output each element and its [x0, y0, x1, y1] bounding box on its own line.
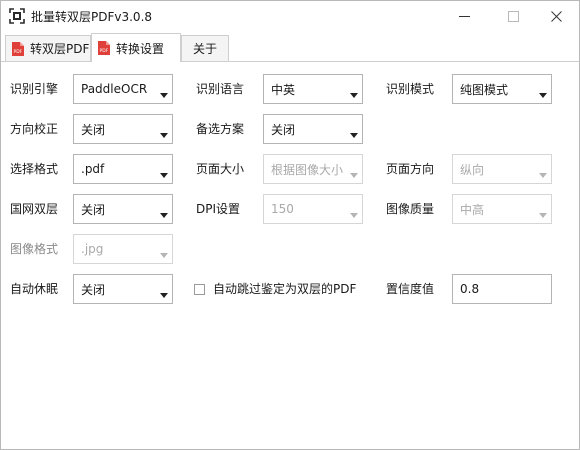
pdf-file-icon: PDF: [98, 41, 110, 55]
fallback-plan-label: 备选方案: [196, 122, 245, 136]
close-icon: [550, 10, 562, 22]
ocr-mode-select[interactable]: 纯图模式: [452, 74, 552, 104]
ocr-engine-select[interactable]: PaddleOCR: [73, 74, 173, 104]
tab-convert-pdf[interactable]: PDF 转双层PDF: [5, 35, 91, 61]
maximize-button[interactable]: [490, 1, 536, 31]
tab-label: 关于: [192, 42, 217, 56]
select-format-value: .pdf: [81, 162, 105, 176]
image-quality-label: 图像质量: [386, 202, 435, 216]
ocr-mode-value: 纯图模式: [460, 82, 509, 97]
fallback-plan-value: 关闭: [271, 122, 296, 137]
chevron-down-icon: [539, 173, 547, 178]
chevron-down-icon: [539, 213, 547, 218]
image-format-label: 图像格式: [10, 242, 59, 256]
chevron-down-icon: [160, 93, 168, 98]
chevron-down-icon: [350, 93, 358, 98]
page-orientation-value: 纵向: [460, 162, 485, 177]
dpi-value: 150: [271, 202, 294, 216]
image-quality-value: 中高: [460, 202, 485, 217]
chevron-down-icon: [160, 253, 168, 258]
confidence-label: 置信度值: [386, 282, 435, 296]
chevron-down-icon: [350, 173, 358, 178]
page-orientation-label: 页面方向: [386, 162, 435, 176]
close-button[interactable]: [533, 1, 579, 31]
chevron-down-icon: [160, 213, 168, 218]
chevron-down-icon: [350, 213, 358, 218]
orientation-correction-value: 关闭: [81, 122, 106, 137]
tab-label: 转换设置: [116, 41, 165, 56]
chevron-down-icon: [539, 93, 547, 98]
tab-label: 转双层PDF: [30, 42, 90, 56]
scanner-app-icon: [9, 8, 25, 24]
auto-sleep-value: 关闭: [81, 282, 106, 297]
pdf-file-icon: PDF: [12, 41, 24, 56]
dpi-select: 150: [263, 194, 363, 224]
orientation-correction-label: 方向校正: [10, 122, 59, 136]
national-double-layer-value: 关闭: [81, 202, 106, 217]
confidence-value: 0.8: [460, 282, 480, 296]
chevron-down-icon: [160, 133, 168, 138]
ocr-mode-label: 识别模式: [386, 82, 435, 96]
ocr-language-value: 中英: [271, 82, 296, 97]
page-size-label: 页面大小: [196, 162, 245, 176]
image-quality-select: 中高: [452, 194, 552, 224]
chevron-down-icon: [350, 133, 358, 138]
ocr-engine-label: 识别引擎: [10, 82, 59, 96]
skip-double-layer-option[interactable]: 自动跳过鉴定为双层的PDF: [194, 281, 356, 297]
page-size-select: 根据图像大小: [263, 154, 363, 184]
image-format-select: .jpg: [73, 234, 173, 264]
page-size-value: 根据图像大小: [271, 162, 344, 177]
image-format-value: .jpg: [81, 242, 104, 256]
select-format-select[interactable]: .pdf: [73, 154, 173, 184]
national-double-layer-label: 国网双层: [10, 202, 59, 216]
title-bar[interactable]: 批量转双层PDFv3.0.8: [1, 1, 579, 31]
ocr-language-select[interactable]: 中英: [263, 74, 363, 104]
orientation-correction-select[interactable]: 关闭: [73, 114, 173, 144]
maximize-icon: [507, 10, 519, 22]
ocr-engine-value: PaddleOCR: [81, 82, 148, 96]
select-format-label: 选择格式: [10, 162, 59, 176]
tab-divider: [1, 61, 579, 62]
auto-sleep-label: 自动休眠: [10, 282, 59, 296]
svg-text:PDF: PDF: [14, 49, 23, 55]
ocr-language-label: 识别语言: [196, 82, 245, 96]
chevron-down-icon: [160, 293, 168, 298]
skip-double-layer-label: 自动跳过鉴定为双层的PDF: [213, 282, 357, 296]
window-title: 批量转双层PDFv3.0.8: [31, 10, 153, 24]
tab-about[interactable]: 关于: [181, 35, 229, 61]
minimize-icon: [458, 15, 470, 17]
svg-text:PDF: PDF: [100, 48, 109, 54]
chevron-down-icon: [160, 173, 168, 178]
fallback-plan-select[interactable]: 关闭: [263, 114, 363, 144]
skip-double-layer-checkbox[interactable]: [194, 283, 205, 295]
dpi-label: DPI设置: [196, 202, 241, 216]
auto-sleep-select[interactable]: 关闭: [73, 274, 173, 304]
confidence-input[interactable]: 0.8: [452, 274, 552, 304]
page-orientation-select: 纵向: [452, 154, 552, 184]
app-window: 批量转双层PDFv3.0.8 PDF 转双层PDF PDF 转换设置 关于 识别…: [0, 0, 580, 450]
tab-convert-settings[interactable]: PDF 转换设置: [91, 33, 181, 62]
national-double-layer-select[interactable]: 关闭: [73, 194, 173, 224]
minimize-button[interactable]: [441, 1, 487, 31]
